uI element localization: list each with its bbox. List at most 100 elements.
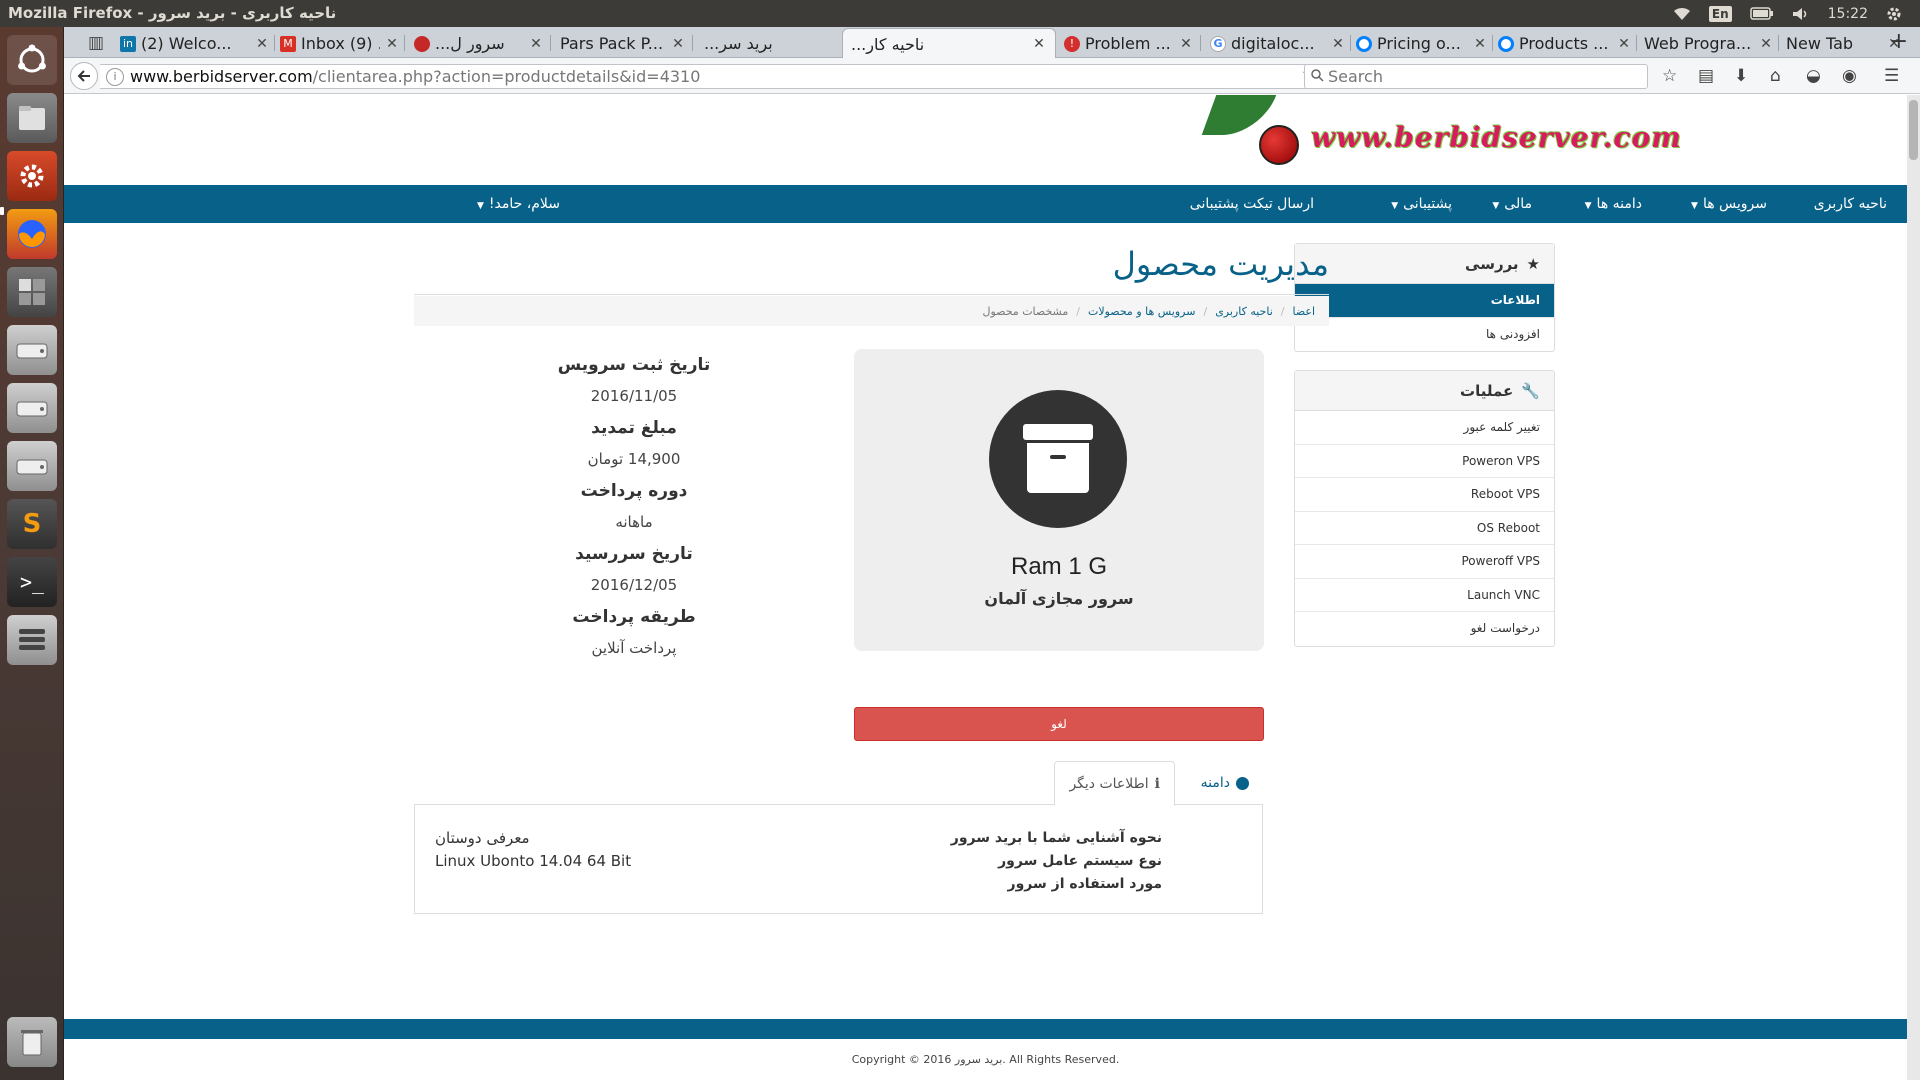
nav-services[interactable]: سرویس ها▼ [1691,185,1767,223]
wifi-icon[interactable] [1673,7,1691,21]
browser-tab[interactable]: ...سرور ل ✕ [414,29,544,58]
search-input[interactable]: Search [1304,64,1648,89]
clock[interactable]: 15:22 [1828,6,1868,22]
close-icon[interactable]: ✕ [528,36,544,52]
settings-icon[interactable] [7,151,57,201]
back-arrow-icon[interactable] [70,62,98,90]
detail-value: 14,900 تومان [587,450,681,468]
browser-tab[interactable]: Products ... ✕ [1498,29,1632,58]
close-icon[interactable]: ✕ [384,36,400,52]
sublime-icon[interactable]: S [7,499,57,549]
nav-domains[interactable]: دامنه ها▼ [1585,185,1642,223]
nav-user-greeting[interactable]: سلام، حامد!▼ [477,185,560,223]
info-icon: i [1154,775,1160,792]
url-bar[interactable]: i www.berbidserver.com/clientarea.php?ac… [100,64,1324,89]
keyboard-layout-indicator[interactable]: En [1708,5,1732,22]
browser-tab[interactable]: M Inbox (9) ... ✕ [280,29,400,58]
close-icon[interactable]: ✕ [1330,36,1346,52]
nav-billing[interactable]: مالی▼ [1492,185,1532,223]
sidebar-item-change-password[interactable]: تغییر کلمه عبور [1295,411,1554,445]
browser-tab[interactable]: Pars Pack P... ✕ [560,29,686,58]
sidebar-item-request-cancellation[interactable]: درخواست لغو [1295,612,1554,646]
sidebar-item-launch-vnc[interactable]: Launch VNC [1295,579,1554,612]
terminal-glyph: >_ [19,570,45,594]
firefox-icon[interactable] [7,209,57,259]
product-group: سرور مجازی آلمان [984,589,1134,608]
linkedin-icon: in [120,35,136,52]
info-tabs: دامنه i اطلاعات دیگر [414,761,1263,806]
sidebar-item-poweron-vps[interactable]: Poweron VPS [1295,445,1554,478]
site-logo[interactable]: www.berbidserver.com [1139,95,1681,165]
sidebar-item-information[interactable]: اطلاعات [1295,284,1554,318]
workspace-icon[interactable] [7,267,57,317]
terminal-icon[interactable]: >_ [7,557,57,607]
browser-tab[interactable]: in (2) Welco... ✕ [120,29,270,58]
sidebar-item-reboot-vps[interactable]: Reboot VPS [1295,478,1554,512]
url-host: www.berbidserver.com [130,67,313,86]
browser-tab[interactable]: Pricing o... ✕ [1356,29,1488,58]
detail-value: پرداخت آنلاین [591,639,677,657]
breadcrumb-home[interactable]: اعضا [1292,305,1315,318]
sidebar-item-addons[interactable]: افزودنی ها [1295,318,1554,352]
page-scrollbar[interactable] [1907,95,1920,1080]
hamburger-menu-icon[interactable]: ☰ [1884,66,1899,86]
wrench-icon: 🔧 [1521,381,1540,400]
detail-label: مبلغ تمدید [591,418,677,438]
close-icon[interactable]: ✕ [1178,36,1194,52]
close-icon[interactable]: ✕ [1472,36,1488,52]
drive-icon[interactable] [7,325,57,375]
download-icon[interactable]: ⬇ [1734,66,1748,86]
breadcrumb-services[interactable]: سرویس ها و محصولات [1088,305,1195,318]
close-icon[interactable]: ✕ [1616,36,1632,52]
close-icon[interactable]: ✕ [670,36,686,52]
home-icon[interactable]: ⌂ [1770,66,1781,86]
breadcrumb-client-area[interactable]: ناحیه کاربری [1215,305,1273,318]
pocket-icon[interactable]: ◒ [1806,66,1821,86]
trash-icon[interactable] [7,1017,57,1067]
files-icon[interactable] [7,93,57,143]
tab-other-info[interactable]: i اطلاعات دیگر [1054,761,1175,806]
browser-tab[interactable]: ...برید سر [704,29,814,58]
browser-tab[interactable]: G digitaloc... ✕ [1210,29,1346,58]
dash-icon[interactable] [7,35,57,85]
extension-icon[interactable]: ◉ [1842,66,1857,86]
drive-icon[interactable] [7,383,57,433]
running-indicator [0,207,4,215]
close-icon[interactable]: ✕ [254,36,270,52]
field-label: نحوه آشنایی شما با برید سرور [950,830,1162,846]
browser-tab-active[interactable]: ...ناحیه کار ✕ [842,28,1056,59]
sublime-glyph: S [22,509,42,539]
field-value: Linux Ubonto 14.04 64 Bit [435,852,632,870]
site-info-icon[interactable]: i [106,67,124,86]
drive-icon[interactable] [7,441,57,491]
nav-client-area[interactable]: ناحیه کاربری [1814,185,1887,223]
gear-icon[interactable] [1886,6,1902,22]
bookmark-star-icon[interactable]: ☆ [1662,66,1677,86]
warning-icon: ! [1064,35,1080,52]
cancel-service-button[interactable]: لغو [854,707,1264,741]
sidebar-item-os-reboot[interactable]: OS Reboot [1295,512,1554,545]
sidebar-toggle-icon[interactable]: ▥ [88,33,104,53]
browser-tab[interactable]: ! Problem ... ✕ [1064,29,1194,58]
star-icon: ★ [1526,254,1540,273]
digitalocean-icon [1356,35,1372,52]
volume-icon[interactable] [1792,7,1810,21]
field-labels: نحوه آشنایی شما با برید سرور نوع سیستم ع… [951,827,1162,896]
browser-tab[interactable]: New Tab ✕ [1786,29,1902,58]
close-icon[interactable]: ✕ [1758,36,1774,52]
battery-icon[interactable] [1749,7,1774,20]
field-values: معرفی دوستان Linux Ubonto 14.04 64 Bit [435,827,631,873]
new-tab-plus-icon[interactable]: + [1890,29,1908,54]
close-icon[interactable]: ✕ [1031,36,1047,52]
reading-list-icon[interactable]: ▤ [1698,66,1714,86]
browser-nav-bar: i www.berbidserver.com/clientarea.php?ac… [64,58,1920,94]
berbid-icon [414,35,430,52]
sidebar-item-poweroff-vps[interactable]: Poweroff VPS [1295,545,1554,579]
nav-open-ticket[interactable]: ارسال تیکت پشتیبانی [1190,185,1314,223]
nav-support[interactable]: پشتیبانی▼ [1391,185,1452,223]
tab-domain[interactable]: دامنه [1187,761,1263,805]
scrollbar-thumb[interactable] [1909,100,1918,160]
panel-title: عملیات [1460,381,1514,400]
browser-tab[interactable]: Web Progra... ✕ [1644,29,1774,58]
stack-icon[interactable] [7,615,57,665]
